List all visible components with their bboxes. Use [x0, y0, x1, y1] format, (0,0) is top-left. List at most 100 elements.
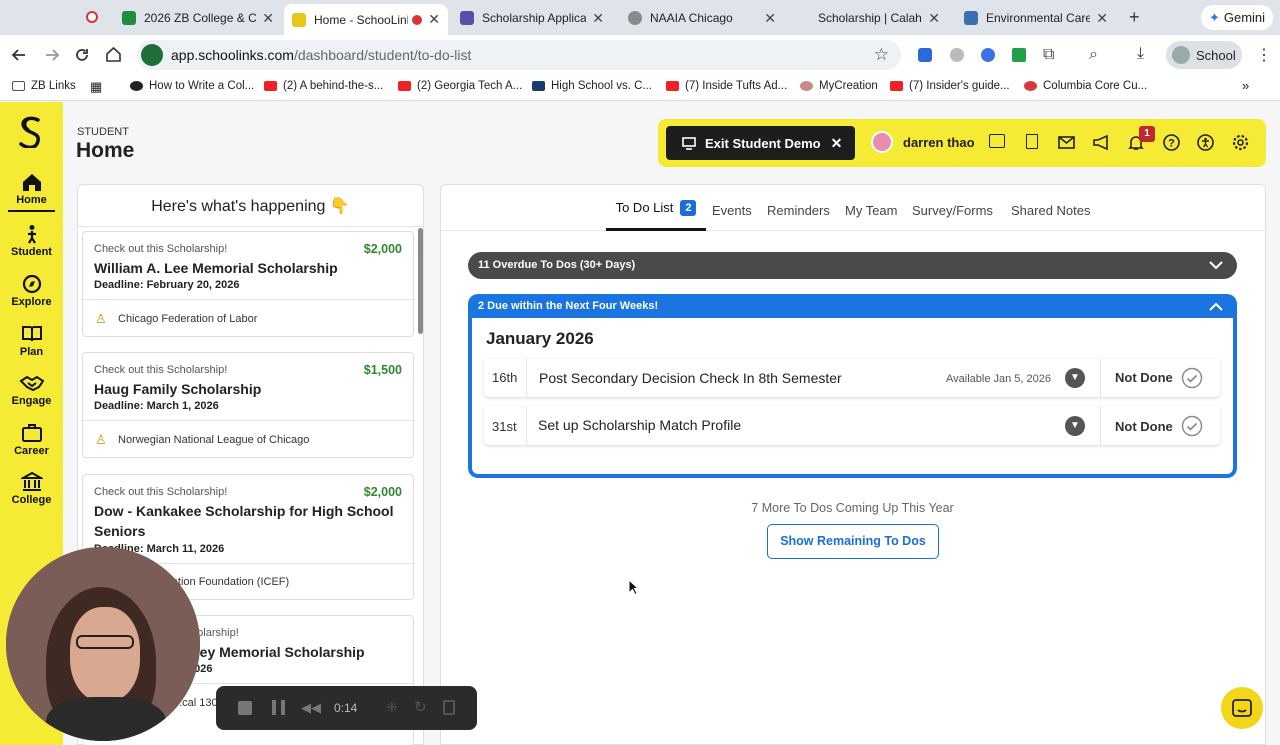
gear-icon[interactable] [1232, 134, 1249, 151]
browser-tab-active[interactable]: Home - SchooLinks ✕ [284, 4, 448, 35]
browser-tab[interactable]: Scholarship Applicatio✕ [452, 4, 612, 32]
tab-my-team[interactable]: My Team [845, 203, 898, 218]
mail-icon[interactable] [1058, 136, 1075, 149]
chat-launcher-button[interactable] [1221, 687, 1263, 729]
chat-icon [1232, 699, 1252, 717]
nav-item-student[interactable]: Student [0, 224, 63, 258]
expand-chevron-icon[interactable]: ▼ [1065, 416, 1085, 436]
gemini-button[interactable]: ✦ Gemini [1201, 5, 1273, 30]
extension-icon[interactable] [981, 48, 995, 62]
bookmark-favicon-icon [1024, 81, 1037, 91]
notification-badge: 1 [1139, 126, 1155, 142]
user-menu[interactable]: darren thao [871, 131, 975, 153]
tab-to-do-list[interactable]: To Do List 2 [606, 200, 706, 231]
tab-survey-forms[interactable]: Survey/Forms [912, 203, 993, 218]
close-tab-icon[interactable]: ✕ [764, 10, 776, 27]
active-indicator [8, 210, 55, 212]
close-tab-icon[interactable]: ✕ [262, 10, 274, 27]
tab-events[interactable]: Events [712, 203, 752, 218]
browser-tab[interactable]: Environmental Careers✕ [956, 4, 1116, 32]
due-day: 31st [492, 419, 517, 434]
bookmark-item[interactable]: (2) A behind-the-s... [264, 80, 383, 92]
browser-toolbar: app.schoolinks.com/dashboard/student/to-… [0, 35, 1280, 74]
extension-icon[interactable] [1012, 48, 1026, 62]
home-icon [22, 174, 41, 191]
todo-row[interactable]: 31st Set up Scholarship Match Profile ▼ … [484, 407, 1220, 445]
nav-item-career[interactable]: Career [0, 423, 63, 457]
restart-icon[interactable]: ↻ [414, 698, 427, 716]
menu-kebab-icon[interactable]: ⋮ [1256, 45, 1272, 65]
reload-icon[interactable] [74, 47, 90, 63]
wallet-icon[interactable] [989, 134, 1005, 148]
close-tab-icon[interactable]: ✕ [592, 10, 604, 27]
help-icon[interactable]: ? [1163, 134, 1180, 151]
close-tab-icon[interactable]: ✕ [1096, 10, 1108, 27]
check-circle-icon[interactable] [1181, 415, 1203, 437]
overdue-accordion[interactable]: 11 Overdue To Dos (30+ Days) [468, 252, 1237, 279]
nav-item-engage[interactable]: Engage [0, 373, 63, 407]
bookmark-item[interactable]: (7) Inside Tufts Ad... [666, 80, 787, 92]
bookmark-item[interactable]: (2) Georgia Tech A... [398, 80, 522, 92]
nav-item-plan[interactable]: Plan [0, 324, 63, 358]
back-icon[interactable] [11, 47, 27, 63]
bookmark-star-icon[interactable]: ☆ [874, 45, 889, 65]
profile-button[interactable]: School [1166, 41, 1242, 69]
due-soon-header[interactable]: 2 Due within the Next Four Weeks! [468, 294, 1237, 318]
browser-tab[interactable]: 2026 ZB College & Career✕ [114, 4, 282, 32]
address-bar[interactable]: app.schoolinks.com/dashboard/student/to-… [137, 40, 901, 70]
home-page-icon[interactable] [105, 46, 122, 63]
expand-chevron-icon[interactable]: ▼ [1065, 368, 1085, 388]
forward-icon[interactable] [44, 47, 60, 63]
webcam-overlay[interactable] [6, 547, 200, 741]
bookmark-item[interactable]: Columbia Core Cu... [1024, 80, 1147, 92]
site-info-icon[interactable] [141, 44, 163, 66]
draw-icon[interactable]: ⁜ [386, 699, 398, 716]
show-remaining-button[interactable]: Show Remaining To Dos [767, 524, 939, 559]
schoolinks-logo[interactable] [16, 116, 46, 148]
bookmark-item[interactable]: How to Write a Col... [130, 80, 254, 92]
close-tab-icon[interactable]: ✕ [928, 10, 940, 27]
exit-demo-button[interactable]: Exit Student Demo ✕ [666, 126, 855, 160]
megaphone-icon[interactable] [1093, 135, 1110, 150]
monitor-icon [682, 136, 696, 150]
nav-item-home[interactable]: Home [0, 172, 63, 212]
browser-tab[interactable]: NAAIA Chicago ✕ [620, 4, 784, 32]
webcam-glasses [76, 635, 134, 649]
tab-search-icon[interactable]: ⌕ [1089, 46, 1098, 64]
section-label: STUDENT [77, 126, 129, 138]
scholarship-card[interactable]: Check out this Scholarship! $2,000 Willi… [82, 231, 414, 337]
rewind-icon[interactable]: ◀◀ [301, 700, 321, 716]
tab-shared-notes[interactable]: Shared Notes [1011, 203, 1091, 218]
bookmark-item[interactable]: High School vs. C... [532, 80, 652, 92]
nav-item-explore[interactable]: Explore [0, 274, 63, 308]
browser-tab-bar: 2026 ZB College & Career✕ Home - SchooLi… [0, 0, 1280, 35]
stop-icon[interactable] [238, 701, 252, 715]
new-tab-icon[interactable]: + [1129, 7, 1140, 28]
scrollbar-thumb[interactable] [418, 228, 423, 334]
todo-title: Post Secondary Decision Check In 8th Sem… [539, 370, 842, 386]
pause-icon[interactable] [272, 700, 285, 715]
bookmark-folder[interactable]: ZB Links [12, 80, 76, 92]
close-tab-icon[interactable]: ✕ [428, 11, 440, 28]
bookmark-item[interactable]: MyCreation [800, 80, 878, 92]
todo-row[interactable]: 16th Post Secondary Decision Check In 8t… [484, 359, 1220, 397]
apps-grid-icon[interactable]: ▦ [90, 79, 102, 95]
browser-tab[interactable]: Scholarship | Calahan✕ [788, 4, 948, 32]
scholarship-card[interactable]: Check out this Scholarship! $1,500 Haug … [82, 352, 414, 458]
extension-icon[interactable] [950, 48, 964, 62]
trash-icon[interactable] [443, 700, 455, 715]
more-bookmarks-icon[interactable]: » [1242, 78, 1249, 93]
briefcase-icon [21, 424, 42, 442]
todo-title: Set up Scholarship Match Profile [538, 417, 742, 433]
extension-icon[interactable] [918, 48, 932, 62]
nav-item-college[interactable]: College [0, 472, 63, 506]
month-heading: January 2026 [486, 329, 594, 348]
download-icon[interactable]: ⤓ [1137, 45, 1144, 63]
tab-reminders[interactable]: Reminders [767, 203, 830, 218]
document-icon[interactable] [1026, 134, 1038, 149]
check-circle-icon[interactable] [1181, 367, 1203, 389]
accessibility-icon[interactable] [1197, 134, 1214, 151]
bookmark-item[interactable]: (7) Insider's guide... [890, 80, 1010, 92]
bookmark-favicon-icon [800, 81, 813, 91]
puzzle-icon[interactable]: ⧉ [1043, 46, 1054, 64]
